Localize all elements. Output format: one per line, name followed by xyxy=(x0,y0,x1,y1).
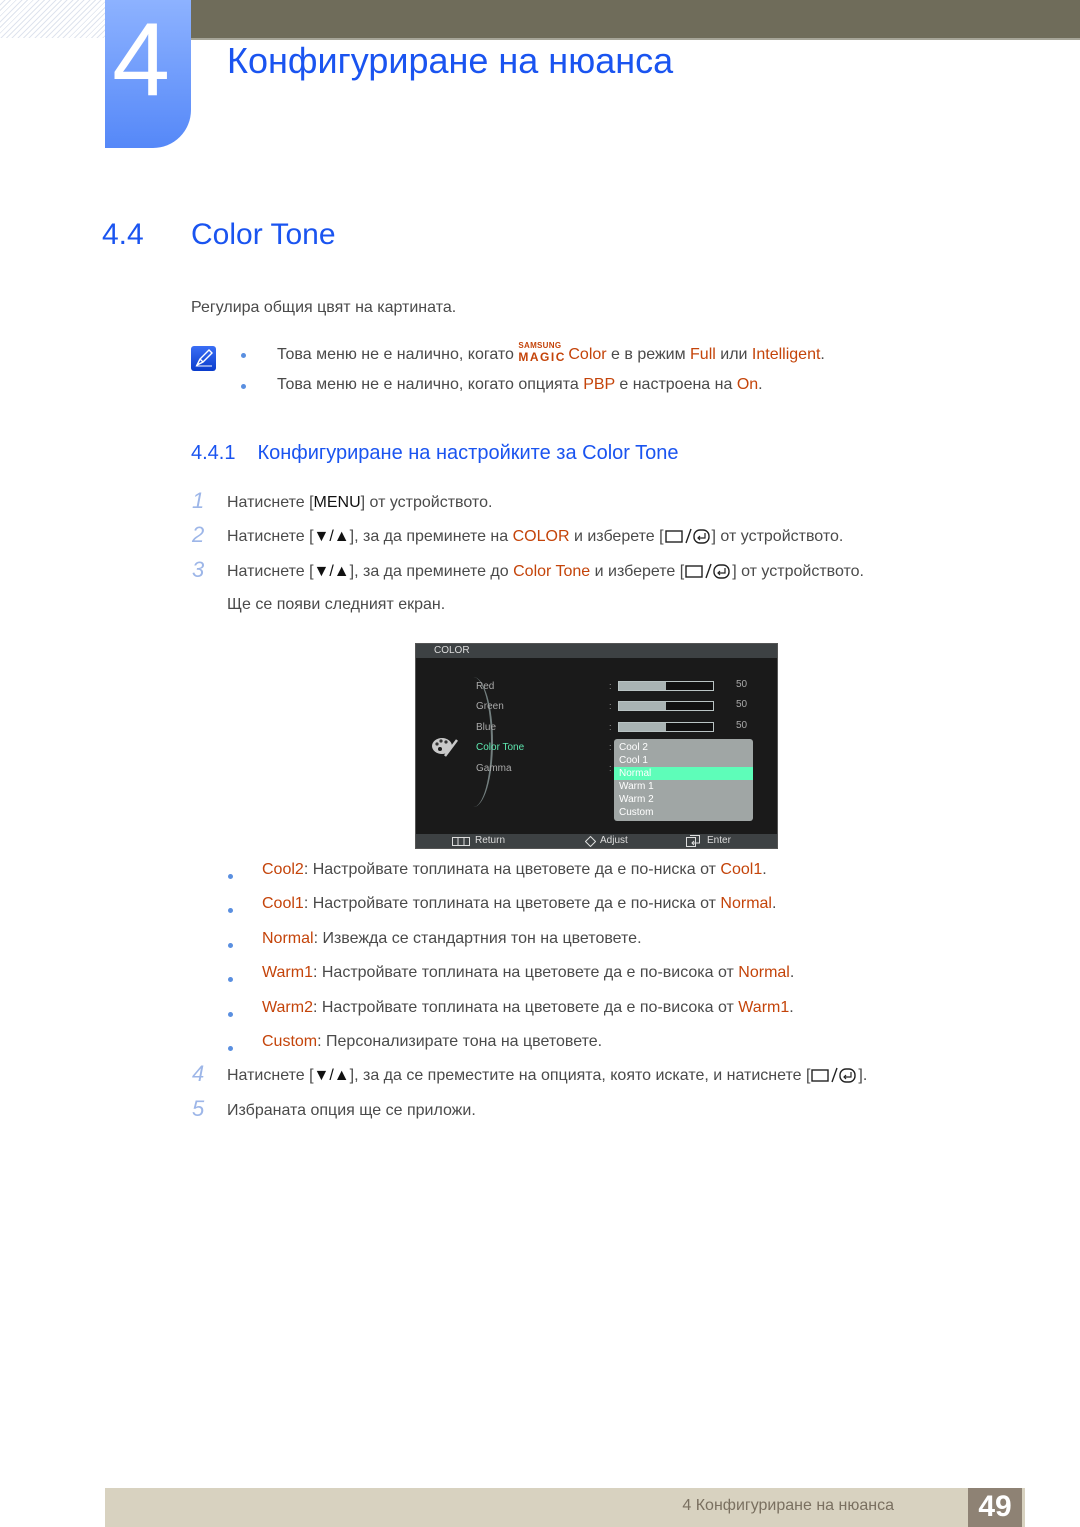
enter-label: Enter xyxy=(707,835,731,846)
bullet-icon xyxy=(228,943,233,948)
red-value: 50 xyxy=(736,679,748,690)
up-down-key: ▼/▲ xyxy=(313,1067,350,1084)
option-normal[interactable]: Normal xyxy=(614,767,753,780)
page-number-box: 49 xyxy=(968,1488,1022,1527)
step-1: Натиснете [MENU] от устройството. xyxy=(227,494,493,511)
source-enter-icon xyxy=(811,1067,857,1083)
return-label: Return xyxy=(475,835,506,846)
note-1: Това меню не е налично, когато SAMSUNG MA… xyxy=(277,341,825,364)
color-tone-dropdown[interactable]: Cool 2 Cool 1 Normal Warm 1 Warm 2 Custo… xyxy=(614,739,753,821)
green-slider[interactable] xyxy=(618,701,714,711)
samsung-magic-logo: SAMSUNG MAGIC xyxy=(518,341,566,364)
up-down-key: ▼/▲ xyxy=(313,563,350,580)
osd-item-green[interactable]: Green xyxy=(476,701,504,712)
option-desc-warm1: Warm1: Настройвате топлината на цветовет… xyxy=(262,964,795,981)
chapter-badge: 4 xyxy=(105,0,191,148)
chapter-number: 4 xyxy=(112,2,170,118)
step-5: Избраната опция ще се приложи. xyxy=(227,1102,476,1119)
section-number: 4.4 xyxy=(102,218,144,251)
bullet-icon xyxy=(228,977,233,982)
step-4: Натиснете [▼/▲], за да се преместите на … xyxy=(227,1067,868,1084)
note-icon xyxy=(191,346,216,371)
bullet-icon xyxy=(228,874,233,879)
option-desc-custom: Custom: Персонализирате тона на цветовет… xyxy=(262,1033,603,1050)
green-value: 50 xyxy=(736,699,748,710)
option-warm1[interactable]: Warm 1 xyxy=(614,780,753,793)
step-number: 5 xyxy=(192,1096,205,1121)
source-enter-icon xyxy=(664,528,710,544)
adjust-icon xyxy=(585,836,596,847)
menu-key: MENU xyxy=(313,494,361,511)
chapter-title: Конфигуриране на нюанса xyxy=(227,40,674,81)
step-number: 3 xyxy=(192,557,205,582)
bullet-icon xyxy=(228,908,233,913)
header-hatch xyxy=(0,0,105,38)
intro-text: Регулира общия цвят на картината. xyxy=(191,299,457,316)
osd-footer: Return Adjust Enter xyxy=(416,834,777,848)
note-2: Това меню не е налично, когато опцията P… xyxy=(277,376,763,393)
up-down-key: ▼/▲ xyxy=(313,528,350,545)
bullet-icon xyxy=(241,353,246,358)
step-3-extra: Ще се появи следният екран. xyxy=(227,596,446,613)
bullet-icon xyxy=(241,384,246,389)
blue-value: 50 xyxy=(736,720,748,731)
osd-item-blue[interactable]: Blue xyxy=(476,722,496,733)
bullet-icon xyxy=(228,1046,233,1051)
source-enter-icon xyxy=(685,563,730,579)
option-desc-cool2: Cool2: Настройвате топлината на цветовет… xyxy=(262,861,767,878)
option-cool2[interactable]: Cool 2 xyxy=(614,741,753,754)
blue-slider[interactable] xyxy=(618,722,714,732)
bullet-icon xyxy=(228,1012,233,1017)
option-desc-warm2: Warm2: Настройвате топлината на цветовет… xyxy=(262,999,794,1016)
option-cool1[interactable]: Cool 1 xyxy=(614,754,753,767)
step-3: Натиснете [▼/▲], за да преминете до Colo… xyxy=(227,563,864,580)
osd-item-gamma[interactable]: Gamma xyxy=(476,763,512,774)
step-number: 1 xyxy=(192,488,205,513)
osd-item-color-tone[interactable]: Color Tone xyxy=(476,742,524,753)
step-number: 4 xyxy=(192,1061,205,1086)
menu-icon xyxy=(452,837,470,846)
page-footer: 4 Конфигуриране на нюанса xyxy=(105,1488,1025,1527)
osd-item-red[interactable]: Red xyxy=(476,681,494,692)
section-title: Color Tone xyxy=(191,218,336,251)
option-custom[interactable]: Custom xyxy=(614,806,753,819)
enter-icon xyxy=(686,835,700,847)
page-number: 49 xyxy=(978,1490,1012,1523)
option-warm2[interactable]: Warm 2 xyxy=(614,793,753,806)
footer-chapter: 4 Конфигуриране на нюанса xyxy=(682,1497,894,1514)
option-desc-normal: Normal: Извежда се стандартния тон на цв… xyxy=(262,930,642,947)
step-2: Натиснете [▼/▲], за да преминете на COLO… xyxy=(227,528,844,545)
palette-icon xyxy=(432,738,458,757)
red-slider[interactable] xyxy=(618,681,714,691)
option-desc-cool1: Cool1: Настройвате топлината на цветовет… xyxy=(262,895,777,912)
header-bar xyxy=(190,0,1080,40)
osd-screen: COLOR Red : 50 Green : 50 Blue : 50 Colo… xyxy=(415,643,778,849)
adjust-label: Adjust xyxy=(600,835,628,846)
step-number: 2 xyxy=(192,522,205,547)
osd-header: COLOR xyxy=(416,644,777,658)
subsection-title: 4.4.1 Конфигуриране на настройките за Col… xyxy=(191,442,679,464)
